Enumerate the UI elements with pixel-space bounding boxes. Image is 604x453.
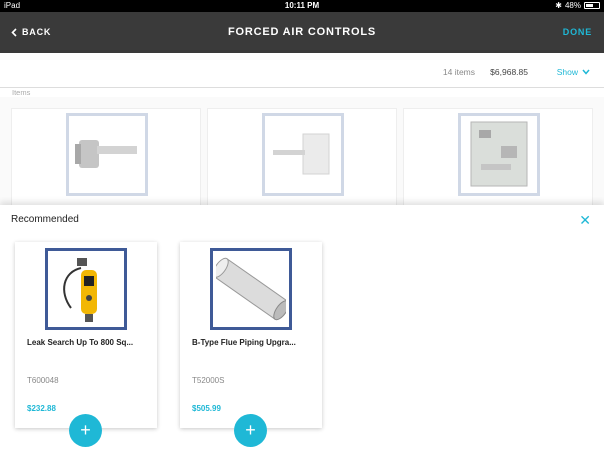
items-section-label: Items xyxy=(12,88,31,97)
show-label: Show xyxy=(556,67,578,77)
battery-percent: 48% xyxy=(564,1,581,10)
item-card[interactable] xyxy=(207,108,397,208)
plus-icon: + xyxy=(245,420,256,440)
product-sku: T52000S xyxy=(192,376,225,385)
product-card[interactable]: B-Type Flue Piping Upgra... T52000S $505… xyxy=(180,242,322,447)
navigation-bar: BACK FORCED AIR CONTROLS DONE xyxy=(0,12,604,53)
product-name: B-Type Flue Piping Upgra... xyxy=(192,338,296,347)
battery-fill xyxy=(586,4,593,7)
recommended-title: Recommended xyxy=(11,214,79,225)
done-button[interactable]: DONE xyxy=(563,27,592,37)
clock: 10:11 PM xyxy=(284,1,320,10)
product-card[interactable]: Leak Search Up To 800 Sq... T600048 $232… xyxy=(15,242,157,447)
product-image xyxy=(45,248,127,330)
add-button[interactable]: + xyxy=(234,414,267,447)
close-icon[interactable]: ✕ xyxy=(579,212,591,229)
battery-icon xyxy=(584,2,600,9)
product-price: $505.99 xyxy=(192,404,221,413)
order-total: $6,968.85 xyxy=(490,67,528,77)
chevron-down-icon xyxy=(582,69,590,75)
battery-indicator: ✱ 48% xyxy=(555,1,600,10)
product-image xyxy=(262,113,344,196)
product-image xyxy=(210,248,292,330)
item-count: 14 items xyxy=(442,67,475,77)
plus-icon: + xyxy=(80,420,91,440)
show-dropdown[interactable]: Show xyxy=(557,67,590,77)
product-image xyxy=(458,113,540,196)
leak-detector-image xyxy=(63,258,97,322)
order-summary-bar: 14 items $6,968.85 Show xyxy=(0,53,604,88)
add-button[interactable]: + xyxy=(69,414,102,447)
item-card[interactable] xyxy=(11,108,201,208)
recommended-panel: Recommended ✕ Leak Search Up To 800 Sq..… xyxy=(0,205,604,453)
status-bar: iPad 10:11 PM ✱ 48% xyxy=(0,0,604,12)
items-list xyxy=(0,97,604,209)
product-name: Leak Search Up To 800 Sq... xyxy=(27,338,134,347)
page-title: FORCED AIR CONTROLS xyxy=(227,26,376,38)
product-image xyxy=(66,113,148,196)
product-sku: T600048 xyxy=(27,376,59,385)
product-price: $232.88 xyxy=(27,404,56,413)
flue-pipe-image xyxy=(216,257,286,321)
bluetooth-icon: ✱ xyxy=(555,1,562,10)
item-card[interactable] xyxy=(403,108,593,208)
